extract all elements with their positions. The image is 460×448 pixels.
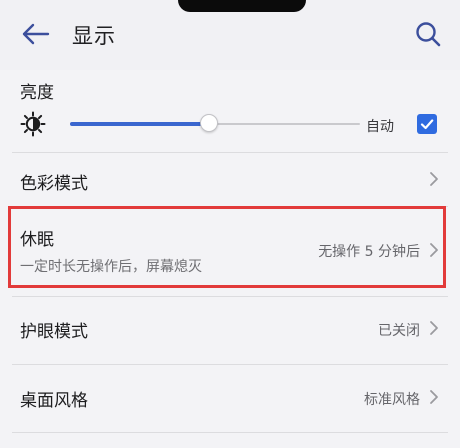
color-mode-label: 色彩模式 — [20, 174, 88, 194]
search-icon[interactable] — [414, 20, 442, 48]
chevron-right-icon — [430, 321, 438, 335]
slider-fill — [70, 122, 209, 126]
brightness-label: 亮度 — [20, 83, 54, 103]
eye-comfort-value: 已关闭 — [378, 323, 420, 339]
back-arrow-icon[interactable] — [20, 22, 50, 46]
highlight-frame — [8, 206, 446, 288]
home-style-value: 标准风格 — [364, 392, 420, 408]
page-title: 显示 — [72, 24, 116, 48]
eye-comfort-label: 护眼模式 — [20, 322, 88, 342]
check-icon — [420, 119, 434, 130]
divider — [12, 432, 448, 433]
home-style-label: 桌面风格 — [20, 391, 88, 411]
slider-thumb[interactable] — [200, 114, 218, 132]
home-style-row[interactable]: 桌面风格 标准风格 — [0, 365, 460, 431]
auto-brightness-label: 自动 — [366, 119, 394, 135]
camera-notch — [178, 0, 306, 12]
eye-comfort-row[interactable]: 护眼模式 已关闭 — [0, 297, 460, 363]
chevron-right-icon — [430, 390, 438, 404]
chevron-right-icon — [430, 172, 438, 186]
brightness-slider[interactable] — [70, 114, 360, 134]
color-mode-row[interactable]: 色彩模式 — [0, 153, 460, 205]
auto-brightness-checkbox[interactable] — [417, 114, 437, 134]
brightness-icon — [20, 111, 46, 137]
